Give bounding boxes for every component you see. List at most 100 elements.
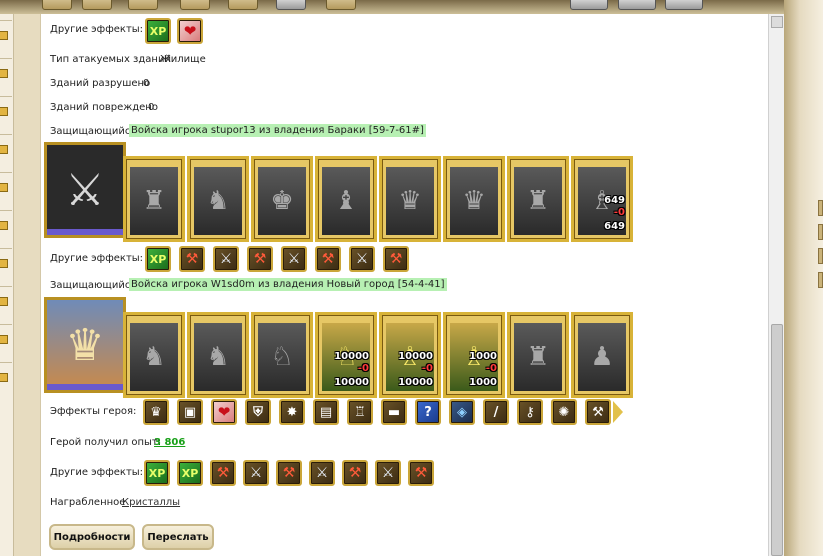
- key-icon[interactable]: ⚷: [517, 399, 543, 425]
- unit-card[interactable]: ♛: [443, 156, 505, 242]
- beetle-icon[interactable]: ✸: [279, 399, 305, 425]
- sidebar-item[interactable]: [0, 324, 12, 352]
- unit-count-end: 1000: [469, 377, 497, 388]
- unit-card[interactable]: ♜: [507, 312, 569, 398]
- vertical-scrollbar[interactable]: [768, 14, 784, 556]
- unit-count-end: 10000: [334, 377, 369, 388]
- toolbar-button-1[interactable]: [42, 0, 72, 10]
- staff-icon[interactable]: /: [483, 399, 509, 425]
- exp-value[interactable]: 3 806: [154, 437, 185, 448]
- unit-card[interactable]: ♚: [251, 156, 313, 242]
- sidebar-item[interactable]: [0, 172, 12, 200]
- toolbar-button-6[interactable]: [276, 0, 306, 10]
- scrollbar-thumb[interactable]: [771, 324, 783, 556]
- question-icon[interactable]: ?: [415, 399, 441, 425]
- xp-icon[interactable]: XP: [144, 460, 170, 486]
- scroll-right-arrow-icon[interactable]: [613, 399, 623, 425]
- chest-icon[interactable]: ▣: [177, 399, 203, 425]
- unit-card[interactable]: ♗ 10000 -0 10000: [379, 312, 441, 398]
- sidebar-item[interactable]: [0, 362, 12, 390]
- sapphire-icon[interactable]: ◈: [449, 399, 475, 425]
- side-tab[interactable]: [818, 272, 823, 288]
- axe-icon[interactable]: ⚒: [408, 460, 434, 486]
- unit-count-start: 10000: [398, 351, 433, 362]
- unit-card[interactable]: ♗ 1000 -0 1000: [443, 312, 505, 398]
- scroll-up-arrow-icon[interactable]: [771, 16, 783, 28]
- heart-icon[interactable]: ❤: [211, 399, 237, 425]
- axe-icon[interactable]: ⚒: [210, 460, 236, 486]
- sword-icon[interactable]: ⚔: [309, 460, 335, 486]
- reward-link[interactable]: Кристаллы: [122, 497, 180, 508]
- building-type-label: Тип атакуемых зданий: [50, 54, 171, 65]
- shield-crest-icon[interactable]: ♛: [143, 399, 169, 425]
- sidebar-item[interactable]: [0, 58, 12, 86]
- unit-card[interactable]: ♜: [123, 156, 185, 242]
- xp-icon[interactable]: XP: [145, 18, 171, 44]
- sidebar-item[interactable]: [0, 210, 12, 238]
- toolbar-button-3[interactable]: [128, 0, 158, 10]
- building-type-value: Жилище: [160, 54, 206, 65]
- battle-report-panel: Другие эффекты: XP ❤ Тип атакуемых зданий…: [40, 14, 768, 556]
- defender-label: Защищающийся: [50, 280, 137, 291]
- dwarf-warrior-icon: ♜: [130, 167, 178, 235]
- unit-card[interactable]: ♞: [187, 156, 249, 242]
- unit-count-lost: -0: [357, 363, 369, 374]
- side-tab[interactable]: [818, 248, 823, 264]
- damaged-value: 0: [148, 102, 155, 113]
- xp-icon[interactable]: XP: [145, 246, 171, 272]
- side-tab[interactable]: [818, 224, 823, 240]
- sword-icon[interactable]: ⚔: [349, 246, 375, 272]
- unit-card[interactable]: ♘ 10000 -0 10000: [315, 312, 377, 398]
- priestess-icon: ♛: [450, 167, 498, 235]
- xp-icon[interactable]: XP: [177, 460, 203, 486]
- side-tab[interactable]: [818, 200, 823, 216]
- sidebar-item[interactable]: [0, 20, 12, 48]
- paw-icon[interactable]: ✺: [551, 399, 577, 425]
- axe-icon[interactable]: ⚒: [276, 460, 302, 486]
- unit-card[interactable]: ♝: [315, 156, 377, 242]
- forward-button[interactable]: Переслать: [142, 524, 214, 550]
- toolbar-button-2[interactable]: [82, 0, 112, 10]
- other-effects-label: Другие эффекты:: [50, 467, 144, 478]
- unit-card[interactable]: ♟: [571, 312, 633, 398]
- axe-icon[interactable]: ⚒: [342, 460, 368, 486]
- sidebar-item[interactable]: [0, 96, 12, 124]
- sword-icon[interactable]: ⚔: [243, 460, 269, 486]
- unit-count-start: 1000: [469, 351, 497, 362]
- unit-card[interactable]: ♛: [379, 156, 441, 242]
- coin-icon: [0, 297, 8, 306]
- toolbar-button-7[interactable]: [326, 0, 356, 10]
- other-effects-label: Другие эффекты:: [50, 24, 144, 35]
- unit-card[interactable]: ♞: [123, 312, 185, 398]
- details-button[interactable]: Подробности: [49, 524, 135, 550]
- unit-card[interactable]: ♞: [187, 312, 249, 398]
- unit-count-lost: -0: [485, 363, 497, 374]
- unit-card[interactable]: ♘: [251, 312, 313, 398]
- anvil-icon[interactable]: ▬: [381, 399, 407, 425]
- scroll-icon[interactable]: ▤: [313, 399, 339, 425]
- armor-icon[interactable]: ♖: [347, 399, 373, 425]
- unit-card[interactable]: ♜: [507, 156, 569, 242]
- toolbar-button-10[interactable]: [665, 0, 703, 10]
- axe-icon[interactable]: ⚒: [383, 246, 409, 272]
- axe-icon[interactable]: ⚒: [247, 246, 273, 272]
- toolbar-button-5[interactable]: [228, 0, 258, 10]
- axe-icon[interactable]: ⚒: [179, 246, 205, 272]
- sidebar-item[interactable]: [0, 286, 12, 314]
- other-effects-label: Другие эффекты:: [50, 253, 144, 264]
- unit-card[interactable]: ♗ 649 -0 649: [571, 156, 633, 242]
- sidebar-item[interactable]: [0, 248, 12, 276]
- sword-icon[interactable]: ⚔: [375, 460, 401, 486]
- hammer-icon[interactable]: ⚒: [585, 399, 611, 425]
- toolbar-button-8[interactable]: [570, 0, 608, 10]
- heart-icon[interactable]: ❤: [177, 18, 203, 44]
- sword-icon[interactable]: ⚔: [281, 246, 307, 272]
- toolbar-button-4[interactable]: [180, 0, 210, 10]
- sidebar-item[interactable]: [0, 134, 12, 162]
- hero-portrait[interactable]: ♛: [44, 297, 126, 393]
- hero-portrait[interactable]: ⚔: [44, 142, 126, 238]
- axe-icon[interactable]: ⚒: [315, 246, 341, 272]
- sword-icon[interactable]: ⚔: [213, 246, 239, 272]
- shield-icon[interactable]: ⛨: [245, 399, 271, 425]
- toolbar-button-9[interactable]: [618, 0, 656, 10]
